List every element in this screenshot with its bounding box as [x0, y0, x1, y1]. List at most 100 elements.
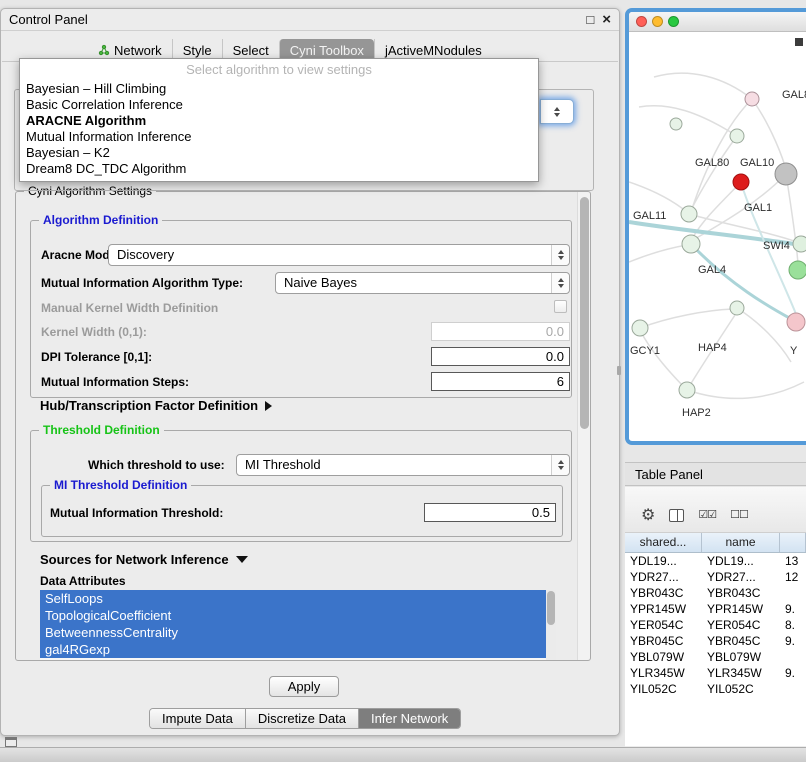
zoom-traffic-light-icon[interactable] — [668, 16, 679, 27]
apply-button[interactable]: Apply — [269, 676, 339, 697]
restore-panel-icon[interactable] — [5, 737, 17, 747]
dropdown-item[interactable]: Bayesian – Hill Climbing — [20, 81, 538, 97]
window-buttons: □ × — [586, 12, 611, 27]
close-traffic-light-icon[interactable] — [636, 16, 647, 27]
table-row[interactable]: YLR345WYLR345W9. — [625, 665, 806, 681]
network-node[interactable] — [670, 118, 682, 130]
mi-steps-field[interactable]: 6 — [431, 372, 570, 391]
bottom-tab-discretize-data[interactable]: Discretize Data — [245, 709, 358, 728]
bottom-tab-impute-data[interactable]: Impute Data — [150, 709, 245, 728]
table-cell — [780, 649, 806, 665]
network-canvas[interactable]: GAL8GAL80GAL10GAL11GAL1SWI4GAL4GCY1HAP4Y… — [629, 32, 806, 440]
network-node[interactable] — [745, 92, 759, 106]
algorithm-definition-title: Algorithm Definition — [39, 213, 162, 227]
dropdown-item[interactable]: ARACNE Algorithm — [20, 113, 538, 129]
table-cell: YBL079W — [625, 649, 702, 665]
table-cell — [780, 585, 806, 601]
birdseye-toggle-icon[interactable] — [795, 38, 803, 46]
algorithm-combobox-arrows[interactable] — [540, 99, 574, 124]
float-window-icon[interactable]: □ — [586, 13, 594, 26]
panel-splitter-handle[interactable] — [617, 366, 621, 375]
tab-label: Select — [233, 43, 269, 58]
dropdown-item[interactable]: Basic Correlation Inference — [20, 97, 538, 113]
node-label: HAP4 — [698, 342, 727, 354]
dropdown-item[interactable]: Mutual Information Inference — [20, 129, 538, 145]
cyni-settings-group: Cyni Algorithm Settings Algorithm Defini… — [15, 191, 591, 661]
algorithm-definition-group: Algorithm Definition Aracne Mode: Discov… — [30, 220, 572, 398]
table-row[interactable]: YBR043CYBR043C — [625, 585, 806, 601]
network-edge[interactable] — [690, 136, 737, 212]
attribute-item[interactable]: gal4RGexp — [40, 641, 546, 658]
network-node[interactable] — [730, 129, 744, 143]
network-edge[interactable] — [641, 332, 687, 390]
network-node[interactable] — [733, 174, 749, 190]
table-cell: YBL079W — [702, 649, 780, 665]
network-edge[interactable] — [693, 182, 741, 237]
attribute-item[interactable]: TopologicalCoefficient — [40, 607, 546, 624]
mi-type-label: Mutual Information Algorithm Type: — [41, 276, 243, 290]
kernel-width-label: Kernel Width (0,1): — [41, 325, 147, 339]
network-node[interactable] — [787, 313, 805, 331]
settings-scrollbar[interactable] — [577, 192, 590, 660]
tab-label: Cyni Toolbox — [290, 43, 364, 58]
column-header[interactable] — [780, 533, 806, 552]
network-node[interactable] — [775, 163, 797, 185]
table-cell: YER054C — [625, 617, 702, 633]
deselect-all-icon[interactable]: ☐☐ — [730, 510, 748, 521]
network-node[interactable] — [682, 235, 700, 253]
attribute-item[interactable]: SelfLoops — [40, 590, 546, 607]
network-edge[interactable] — [654, 73, 752, 99]
network-node[interactable] — [679, 382, 695, 398]
data-attributes-list: SelfLoopsTopologicalCoefficientBetweenne… — [40, 590, 556, 660]
sources-section-toggle[interactable]: Sources for Network Inference — [40, 552, 248, 567]
network-node[interactable] — [632, 320, 648, 336]
network-node[interactable] — [789, 261, 806, 279]
kernel-width-field[interactable]: 0.0 — [431, 322, 570, 341]
network-edge[interactable] — [640, 309, 733, 328]
table-cell: 8. — [780, 617, 806, 633]
control-panel-titlebar: Control Panel □ × — [1, 9, 619, 31]
spinner-arrows-icon — [551, 245, 569, 265]
table-cell: 12 — [780, 569, 806, 585]
network-edge[interactable] — [687, 382, 804, 398]
attribute-item[interactable]: BetweennessCentrality — [40, 624, 546, 641]
select-all-icon[interactable]: ☑☑ — [698, 510, 716, 521]
table-row[interactable]: YIL052CYIL052C — [625, 681, 806, 697]
column-header[interactable]: shared... — [625, 533, 702, 552]
close-window-icon[interactable]: × — [602, 12, 611, 27]
dropdown-item[interactable]: Dream8 DC_TDC Algorithm — [20, 161, 538, 177]
network-graph[interactable]: GAL8GAL80GAL10GAL11GAL1SWI4GAL4GCY1HAP4Y… — [629, 32, 806, 440]
minimize-traffic-light-icon[interactable] — [652, 16, 663, 27]
mi-threshold-field[interactable]: 0.5 — [424, 503, 556, 522]
network-node[interactable] — [681, 206, 697, 222]
table-row[interactable]: YPR145WYPR145W9. — [625, 601, 806, 617]
table-row[interactable]: YDL19...YDL19...13 — [625, 553, 806, 569]
table-row[interactable]: YDR27...YDR27...12 — [625, 569, 806, 585]
dpi-tolerance-field[interactable]: 0.0 — [431, 347, 570, 366]
network-node[interactable] — [793, 236, 806, 252]
manual-kernel-checkbox[interactable] — [554, 300, 567, 313]
attributes-scrollbar[interactable] — [546, 590, 556, 660]
bottom-tab-infer-network[interactable]: Infer Network — [358, 709, 460, 728]
network-edge[interactable] — [629, 182, 687, 212]
node-label: GAL1 — [744, 202, 772, 214]
table-header: shared...name — [625, 533, 806, 553]
hub-section-toggle[interactable]: Hub/Transcription Factor Definition — [40, 398, 272, 413]
gear-icon[interactable]: ⚙ — [641, 508, 655, 524]
network-edge[interactable] — [639, 106, 737, 136]
which-threshold-combobox[interactable]: MI Threshold — [236, 454, 570, 476]
threshold-definition-group: Threshold Definition Which threshold to … — [30, 430, 572, 542]
mi-type-combobox[interactable]: Naive Bayes — [275, 272, 570, 294]
column-header[interactable]: name — [702, 533, 780, 552]
network-node[interactable] — [730, 301, 744, 315]
scrollbar-thumb[interactable] — [580, 197, 589, 429]
table-row[interactable]: YBL079WYBL079W — [625, 649, 806, 665]
column-browser-icon[interactable] — [669, 509, 684, 522]
network-edge[interactable] — [629, 245, 687, 262]
table-row[interactable]: YBR045CYBR045C9. — [625, 633, 806, 649]
aracne-mode-combobox[interactable]: Discovery — [108, 244, 570, 266]
table-row[interactable]: YER054CYER054C8. — [625, 617, 806, 633]
scrollbar-thumb[interactable] — [547, 591, 555, 625]
dropdown-item[interactable]: Bayesian – K2 — [20, 145, 538, 161]
network-edge[interactable] — [752, 99, 785, 166]
